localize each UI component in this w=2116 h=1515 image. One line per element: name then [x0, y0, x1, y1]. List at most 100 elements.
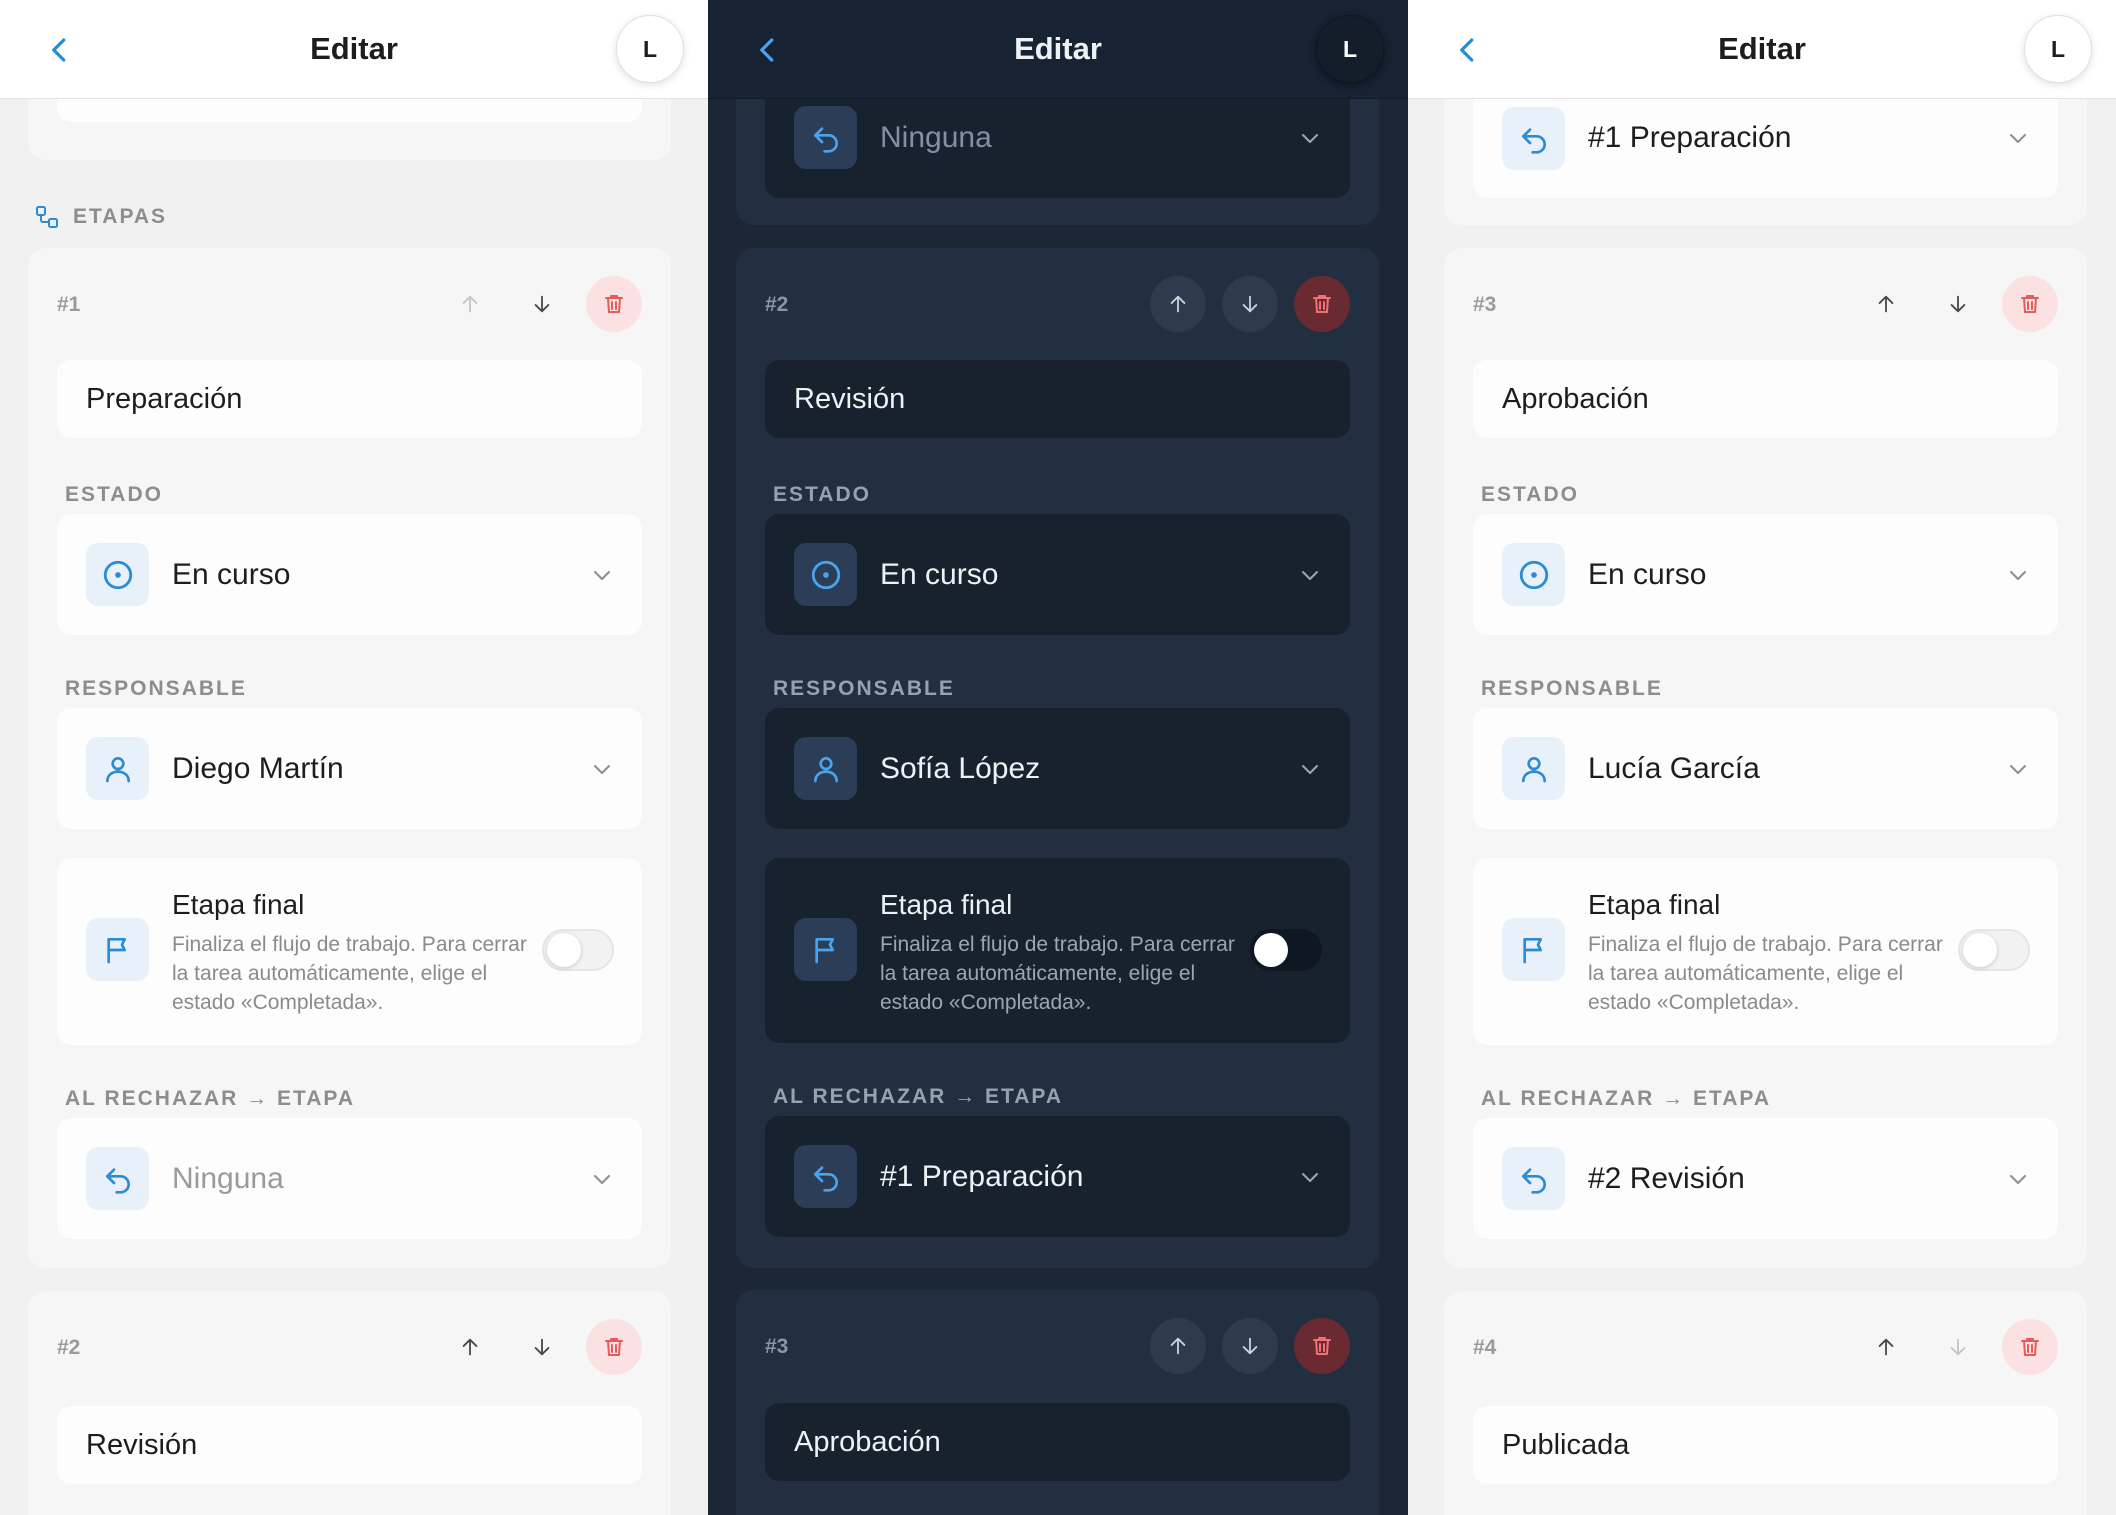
stage-name-value: Aprobación: [794, 1425, 941, 1458]
move-down-button[interactable]: [514, 276, 570, 332]
chevron-down-icon: [1298, 563, 1322, 587]
owner-select[interactable]: Lucía García: [1473, 708, 2058, 829]
final-stage-toggle[interactable]: [542, 929, 614, 971]
arrow-down-icon: [531, 293, 553, 315]
status-icon-box: [86, 543, 149, 606]
move-up-button[interactable]: [442, 1319, 498, 1375]
owner-icon-box: [86, 737, 149, 800]
owner-select[interactable]: Sofía López: [765, 708, 1350, 829]
move-down-button[interactable]: [514, 1319, 570, 1375]
top-bar: Editar L: [708, 0, 1408, 99]
back-button[interactable]: [40, 28, 80, 72]
move-down-button[interactable]: [1930, 1319, 1986, 1375]
move-up-button[interactable]: [1858, 1319, 1914, 1375]
page-title: Editar: [310, 31, 398, 66]
arrow-up-icon: [1167, 1335, 1189, 1357]
final-stage-toggle[interactable]: [1958, 929, 2030, 971]
delete-stage-button[interactable]: [586, 1319, 642, 1375]
move-up-button[interactable]: [1858, 276, 1914, 332]
arrow-down-icon: [1239, 1335, 1261, 1357]
on-reject-select[interactable]: Ninguna: [57, 1118, 642, 1239]
reject-icon-box: [794, 1145, 857, 1208]
stage-number: #1: [57, 293, 81, 316]
next-stage-card: #3 Aprobación: [736, 1290, 1379, 1515]
arrow-up-icon: [1875, 1336, 1897, 1358]
on-reject-value: #1 Preparación: [880, 1159, 1084, 1193]
user-icon: [102, 753, 134, 785]
status-icon-box: [794, 543, 857, 606]
status-label: ESTADO: [1481, 483, 1579, 506]
on-reject-value: Ninguna: [172, 1161, 284, 1195]
toggle-knob: [1254, 933, 1288, 967]
arrow-up-icon: [1167, 293, 1189, 315]
stage-name-input[interactable]: Preparación: [57, 360, 642, 438]
move-down-button[interactable]: [1222, 276, 1278, 332]
status-value: En curso: [172, 557, 291, 591]
stage-name-value: Preparación: [86, 382, 243, 415]
next-stage-card: #4 Publicada: [1444, 1291, 2087, 1515]
delete-stage-button[interactable]: [2002, 1319, 2058, 1375]
trash-icon: [1310, 1334, 1334, 1358]
stage-number: #4: [1473, 1336, 1497, 1359]
flag-icon: [102, 934, 134, 966]
delete-stage-button[interactable]: [2002, 276, 2058, 332]
arrow-down-icon: [1947, 1336, 1969, 1358]
reject-icon-box: [794, 106, 857, 169]
delete-stage-button[interactable]: [1294, 276, 1350, 332]
delete-stage-button[interactable]: [586, 276, 642, 332]
final-stage-toggle[interactable]: [1250, 929, 1322, 971]
user-icon: [1518, 753, 1550, 785]
owner-select[interactable]: Diego Martín: [57, 708, 642, 829]
on-reject-select[interactable]: #1 Preparación: [765, 1116, 1350, 1237]
stage-name-value: Aprobación: [1502, 382, 1649, 415]
status-select[interactable]: En curso: [1473, 514, 2058, 635]
owner-icon-box: [794, 737, 857, 800]
owner-label: RESPONSABLE: [773, 677, 955, 700]
stages-section-header: ETAPAS: [35, 205, 167, 229]
avatar[interactable]: L: [2024, 15, 2092, 83]
status-value: En curso: [880, 557, 999, 591]
arrow-up-icon: [459, 293, 481, 315]
avatar[interactable]: L: [616, 15, 684, 83]
stages-icon: [35, 205, 59, 229]
back-button[interactable]: [1448, 28, 1488, 72]
owner-value: Lucía García: [1588, 751, 1760, 785]
screen-3: Editar L #1 Preparación #3 Aprobación ES…: [1408, 0, 2116, 1515]
stage-card: #3 Aprobación ESTADO En curso RESPONSABL…: [1444, 248, 2087, 1268]
stage-name-input[interactable]: Publicada: [1473, 1406, 2058, 1484]
target-icon: [101, 558, 135, 592]
reject-icon-box: [1502, 107, 1565, 170]
back-button[interactable]: [748, 28, 788, 72]
stage-name-input[interactable]: Aprobación: [1473, 360, 2058, 438]
on-reject-label: AL RECHAZAR → ETAPA: [1481, 1087, 1771, 1110]
on-reject-value: #2 Revisión: [1588, 1161, 1745, 1195]
final-stage-title: Etapa final: [172, 889, 305, 920]
status-select[interactable]: En curso: [765, 514, 1350, 635]
move-up-button[interactable]: [1150, 276, 1206, 332]
delete-stage-button[interactable]: [1294, 1318, 1350, 1374]
stage-name-value: Revisión: [86, 1428, 198, 1461]
move-up-button[interactable]: [442, 276, 498, 332]
undo-icon: [1518, 123, 1550, 155]
chevron-down-icon: [2006, 1167, 2030, 1191]
status-select[interactable]: En curso: [57, 514, 642, 635]
avatar[interactable]: L: [1316, 15, 1384, 83]
move-down-button[interactable]: [1222, 1318, 1278, 1374]
owner-value: Diego Martín: [172, 751, 344, 785]
top-bar: Editar L: [1408, 0, 2116, 99]
final-stage-row: Etapa final Finaliza el flujo de trabajo…: [57, 858, 642, 1045]
on-reject-select[interactable]: #2 Revisión: [1473, 1118, 2058, 1239]
flag-icon-box: [794, 918, 857, 981]
top-bar: Editar L: [0, 0, 708, 99]
stage-name-input[interactable]: Revisión: [765, 360, 1350, 438]
next-stage-card: #2 Revisión: [28, 1291, 671, 1515]
undo-icon: [810, 1161, 842, 1193]
stage-number: #2: [765, 293, 789, 316]
move-down-button[interactable]: [1930, 276, 1986, 332]
move-up-button[interactable]: [1150, 1318, 1206, 1374]
stage-name-input[interactable]: Revisión: [57, 1406, 642, 1484]
undo-icon: [102, 1163, 134, 1195]
stage-name-input[interactable]: Aprobación: [765, 1403, 1350, 1481]
trash-icon: [1310, 292, 1334, 316]
undo-icon: [1518, 1163, 1550, 1195]
